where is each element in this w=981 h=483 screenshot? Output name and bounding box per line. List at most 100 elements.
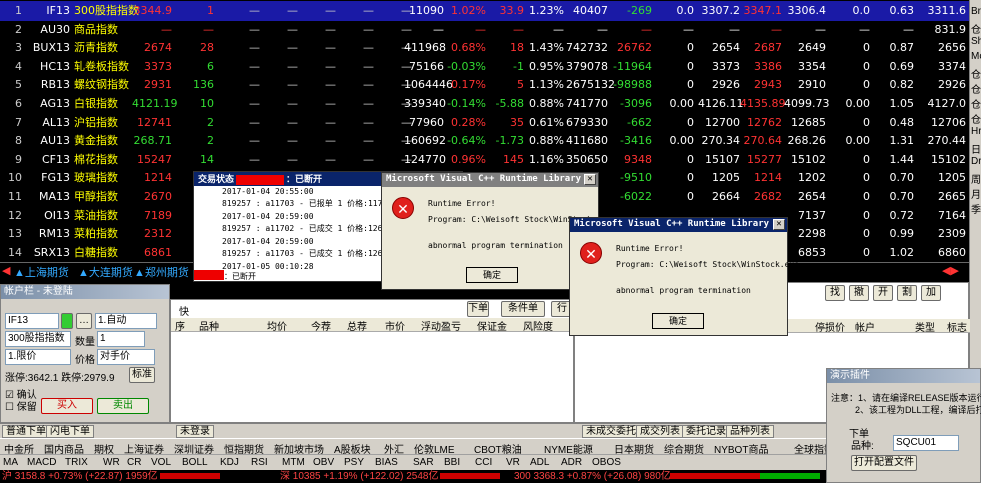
indicator-tab[interactable]: OBV xyxy=(313,457,334,468)
quote-cell-n: 2 xyxy=(15,22,22,36)
price-input[interactable]: 对手价 xyxy=(97,349,155,365)
indicator-tab[interactable]: OBOS xyxy=(592,457,621,468)
bottom-tab[interactable]: 闪电下单 xyxy=(46,425,94,438)
quote-row[interactable]: 1 IF13 300股指指数 3344.9 1— — — — —11090 1.02% 33.9 1.… xyxy=(0,1,969,21)
code-input[interactable]: IF13 xyxy=(5,313,59,329)
right-panel-item[interactable]: 月 xyxy=(971,186,981,201)
quote-row[interactable]: 7 AL13 沪铝指数 12741 2— — — — —77960 0.28% 35 0.61% 679… xyxy=(0,113,969,133)
quote-cell-w: 0.70 xyxy=(889,190,915,203)
indicator-tab[interactable]: BBI xyxy=(444,457,460,468)
indicator-tab[interactable]: CCI xyxy=(475,457,492,468)
quote-row[interactable]: 6 AG13 白银指数 4121.19 10— — — — —339340 -0.14% -5.88… xyxy=(0,94,969,114)
ordtype-select[interactable]: 1.限价 xyxy=(5,349,71,365)
quote-row[interactable]: 9 CF13 棉花指数 15247 14— — — — —124770 0.96% 145 1.16%… xyxy=(0,150,969,170)
right-panel-item[interactable]: Mc xyxy=(971,51,981,62)
bottom-tab[interactable]: 委托记录 xyxy=(682,425,730,438)
quote-cell-oic: -9510 xyxy=(620,171,652,185)
quote-row[interactable]: 3 BUX13 沥青指数 2674 28— — — — —411968 0.68% 18 1.43% 7… xyxy=(0,38,969,58)
bottom-tab[interactable]: 未登录 xyxy=(176,425,214,438)
indicator-tab[interactable]: BOLL xyxy=(182,457,208,468)
orders-header: 序 品种 均价 今荐 总荐 市价 浮动盈亏 保证金 风险度 xyxy=(171,318,575,333)
bottom-tab[interactable]: 普通下单 xyxy=(2,425,50,438)
indicator-tab[interactable]: VR xyxy=(506,457,520,468)
indicator-tab[interactable]: SAR xyxy=(413,457,434,468)
right-panel-item[interactable]: 日 xyxy=(971,141,981,156)
tab-shanghai[interactable]: ▲上海期货 xyxy=(14,264,69,280)
quote-row[interactable]: 8 AU13 黄金指数 268.71 2— — — — —160692 -0.64% -1.73 0.… xyxy=(0,131,969,151)
qty-input[interactable]: 1 xyxy=(97,331,145,347)
right-panel-item[interactable]: Hr xyxy=(971,126,981,137)
indicator-tab[interactable]: MACD xyxy=(27,457,56,468)
positions-tool-button[interactable]: 加 xyxy=(921,285,941,301)
positions-tool-button[interactable]: 找 xyxy=(825,285,845,301)
quote-cell-w: 0.99 xyxy=(889,227,915,241)
right-panel-item[interactable]: Br xyxy=(971,6,981,17)
positions-tool-button[interactable]: 开 xyxy=(873,285,893,301)
order-button[interactable]: 下单 xyxy=(467,301,489,317)
right-panel-item[interactable]: 仓 xyxy=(971,111,981,126)
buy-button[interactable]: 买入 xyxy=(41,398,93,414)
keep-checkbox[interactable]: ☐ 保留 xyxy=(5,398,37,413)
indicator-tab[interactable]: ADR xyxy=(561,457,582,468)
indicator-tab[interactable]: WR xyxy=(103,457,120,468)
bottom-tab[interactable]: 未成交委托 xyxy=(582,425,640,438)
tab-left-arrow-icon[interactable]: ◀ xyxy=(2,264,10,277)
right-panel-item[interactable]: 周 xyxy=(971,171,981,186)
right-panel-item[interactable]: 仓 xyxy=(971,66,981,81)
quote-cell-oi: 2675132 xyxy=(566,78,615,92)
indicator-tab[interactable]: TRIX xyxy=(65,457,88,468)
indicator-tab[interactable]: MTM xyxy=(282,457,305,468)
quote-cell-w: 0.87 xyxy=(889,41,915,55)
bottom-tab[interactable]: 品种列表 xyxy=(726,425,774,438)
indicator-tab[interactable]: VOL xyxy=(151,457,171,468)
quote-cell-y: — xyxy=(859,22,870,36)
tab-right-arrow-icon[interactable]: ◀▶ xyxy=(942,264,959,277)
quote-cell-pct: 0.17% xyxy=(451,78,486,92)
quote-cell-r: 0.88% xyxy=(529,97,564,110)
quote-row[interactable]: 5 RB13 螺纹钢指数 2931 136— — — — —1064446 0.17% 5 1.13%… xyxy=(0,75,969,95)
dialog1-ok-button[interactable]: 确定 xyxy=(466,267,518,283)
quote-row[interactable]: 2 AU30 商品指数 — — — — — — — — — — — — — — — — — — —831.9 xyxy=(0,20,969,40)
positions-tool-button[interactable]: 撤 xyxy=(849,285,869,301)
quote-cell-pct: — xyxy=(475,22,486,36)
dialog2-ok-button[interactable]: 确定 xyxy=(652,313,704,329)
indicator-tab[interactable]: ADL xyxy=(530,457,549,468)
mode-select[interactable]: 1.自动 xyxy=(95,313,157,329)
indicator-tab[interactable]: PSY xyxy=(344,457,364,468)
tab-dalian[interactable]: ▲大连期货 xyxy=(78,264,133,280)
right-panel-item[interactable]: Dr xyxy=(971,156,981,167)
bottom-tab[interactable]: 成交列表 xyxy=(636,425,684,438)
indicator-tab[interactable]: RSI xyxy=(251,457,268,468)
error-dialog-2: Microsoft Visual C++ Runtime Library ✕ ✕ … xyxy=(569,217,799,336)
quote-cell-c: — xyxy=(325,59,336,73)
indicator-tab[interactable]: MA xyxy=(3,457,18,468)
indicator-tab[interactable]: KDJ xyxy=(220,457,239,468)
right-panel-item[interactable]: 仓 xyxy=(971,81,981,96)
right-panel-item[interactable]: 季 xyxy=(971,201,981,216)
close-icon[interactable]: ✕ xyxy=(773,219,785,230)
quote-cell-bid: 12700 xyxy=(705,115,740,129)
more-button[interactable]: … xyxy=(76,313,92,329)
plugin-config-button[interactable]: 打开配置文件 xyxy=(851,455,917,471)
right-panel-item[interactable]: Sh xyxy=(971,36,981,47)
quote-cell-a: — xyxy=(249,59,260,73)
tab-zhengzhou[interactable]: ▲郑州期货 xyxy=(134,264,189,280)
right-panel-item[interactable]: 仓 xyxy=(971,96,981,111)
quote-cell-a: — xyxy=(249,115,260,129)
orders-col-header: 均价 xyxy=(267,322,287,333)
quote-row[interactable]: 4 HC13 轧卷板指数 3373 6— — — — —75166 -0.03% -1 0.95% 37… xyxy=(0,57,969,77)
quote-cell-bid: 1205 xyxy=(712,171,740,185)
quote-cell-amt: 124770 xyxy=(404,152,446,166)
sell-button[interactable]: 卖出 xyxy=(97,398,149,414)
close-icon[interactable]: ✕ xyxy=(584,174,596,185)
std-button[interactable]: 标准 xyxy=(129,367,155,383)
quote-cell-bid: 270.34 xyxy=(701,134,741,148)
quote-cell-price: 2670 xyxy=(144,190,172,203)
lock-icon[interactable] xyxy=(61,313,73,329)
right-panel-item[interactable]: 仓 xyxy=(971,21,981,36)
indicator-tab[interactable]: CR xyxy=(127,457,141,468)
indicator-tab[interactable]: BIAS xyxy=(375,457,398,468)
positions-tool-button[interactable]: 割 xyxy=(897,285,917,301)
plugin-sym-input[interactable]: SQCU01 xyxy=(893,435,959,451)
cond-order-button[interactable]: 条件单 xyxy=(501,301,545,317)
